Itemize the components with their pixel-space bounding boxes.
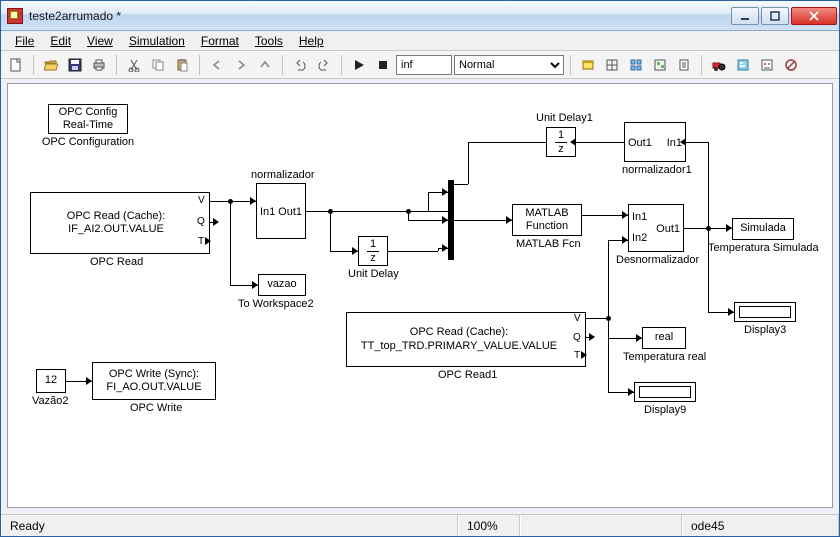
block-display3[interactable] (734, 302, 796, 322)
label-opc-config: OPC Configuration (41, 136, 135, 148)
undo-button[interactable] (289, 54, 311, 76)
status-solver: ode45 (682, 515, 839, 536)
simulation-mode-select[interactable]: Normal (454, 55, 564, 75)
block-opc-write[interactable]: OPC Write (Sync):FI_AO.OUT.VALUE (92, 362, 216, 400)
block-unit-delay[interactable]: 1z (358, 236, 388, 266)
label-matlab-fcn: MATLAB Fcn (516, 238, 581, 250)
block-normalizador1[interactable]: Out1 In1 (624, 122, 686, 162)
model-browser-button[interactable] (649, 54, 671, 76)
block-matlab-fcn[interactable]: MATLABFunction (512, 204, 582, 236)
menu-edit[interactable]: Edit (42, 32, 79, 50)
update-diagram-button[interactable] (601, 54, 623, 76)
label-display3: Display3 (744, 324, 786, 336)
minimize-button[interactable] (731, 7, 759, 25)
label-normalizador1: normalizador1 (622, 164, 692, 176)
build-button[interactable] (577, 54, 599, 76)
nav-forward-button[interactable] (230, 54, 252, 76)
block-simulada[interactable]: Simulada (732, 218, 794, 240)
menu-file[interactable]: File (7, 32, 42, 50)
port-data-types-button[interactable] (756, 54, 778, 76)
nav-up-button[interactable] (254, 54, 276, 76)
block-opc-config[interactable]: OPC ConfigReal-Time (48, 104, 128, 134)
label-to-workspace2: To Workspace2 (238, 298, 314, 310)
save-button[interactable] (64, 54, 86, 76)
redo-button[interactable] (313, 54, 335, 76)
label-opc-read1: OPC Read1 (438, 369, 497, 381)
block-display9[interactable] (634, 382, 696, 402)
block-real[interactable]: real (642, 327, 686, 349)
nav-back-button[interactable] (206, 54, 228, 76)
status-time (520, 515, 682, 536)
library-browser-button[interactable] (708, 54, 730, 76)
close-button[interactable] (791, 7, 837, 25)
print-button[interactable] (88, 54, 110, 76)
open-button[interactable] (40, 54, 62, 76)
menu-tools[interactable]: Tools (247, 32, 291, 50)
label-opc-read: OPC Read (90, 256, 143, 268)
label-unit-delay1: Unit Delay1 (536, 112, 593, 124)
label-display9: Display9 (644, 404, 686, 416)
debug-button[interactable] (673, 54, 695, 76)
copy-button[interactable] (147, 54, 169, 76)
label-unit-delay: Unit Delay (348, 268, 399, 280)
toolbar: Normal (1, 51, 839, 79)
block-vazao2[interactable]: 12 (36, 369, 66, 393)
maximize-button[interactable] (761, 7, 789, 25)
label-normalizador: normalizador (251, 169, 315, 181)
block-opc-read1[interactable]: OPC Read (Cache):TT_top_TRD.PRIMARY_VALU… (346, 312, 586, 367)
cut-button[interactable] (123, 54, 145, 76)
block-opc-read[interactable]: OPC Read (Cache):IF_AI2.OUT.VALUE (30, 192, 210, 254)
new-model-button[interactable] (5, 54, 27, 76)
status-ready: Ready (1, 515, 458, 536)
signal-ranges-button[interactable] (780, 54, 802, 76)
statusbar: Ready 100% ode45 (1, 514, 839, 536)
menu-help[interactable]: Help (291, 32, 332, 50)
stop-simulation-button[interactable] (372, 54, 394, 76)
label-opc-write: OPC Write (130, 402, 182, 414)
status-zoom: 100% (458, 515, 520, 536)
menu-simulation[interactable]: Simulation (121, 32, 193, 50)
label-vazao2: Vazão2 (32, 395, 69, 407)
titlebar[interactable]: teste2arrumado * (1, 1, 839, 31)
app-icon (7, 8, 23, 24)
label-real: Temperatura real (623, 351, 706, 363)
label-simulada: Temperatura Simulada (708, 242, 819, 254)
stop-time-input[interactable] (396, 55, 452, 75)
refresh-blocks-button[interactable] (625, 54, 647, 76)
block-desnormalizador[interactable]: In1 In2 Out1 (628, 204, 684, 252)
block-to-workspace2[interactable]: vazao (258, 274, 306, 296)
menu-format[interactable]: Format (193, 32, 247, 50)
start-simulation-button[interactable] (348, 54, 370, 76)
label-desnormalizador: Desnormalizador (616, 254, 699, 266)
model-explorer-button[interactable] (732, 54, 754, 76)
window-title: teste2arrumado * (29, 9, 731, 23)
menu-view[interactable]: View (79, 32, 121, 50)
model-canvas[interactable]: OPC ConfigReal-Time OPC Configuration OP… (7, 83, 833, 508)
block-normalizador[interactable]: In1 Out1 (256, 183, 306, 239)
paste-button[interactable] (171, 54, 193, 76)
menubar: File Edit View Simulation Format Tools H… (1, 31, 839, 51)
app-window: teste2arrumado * File Edit View Simulati… (0, 0, 840, 537)
